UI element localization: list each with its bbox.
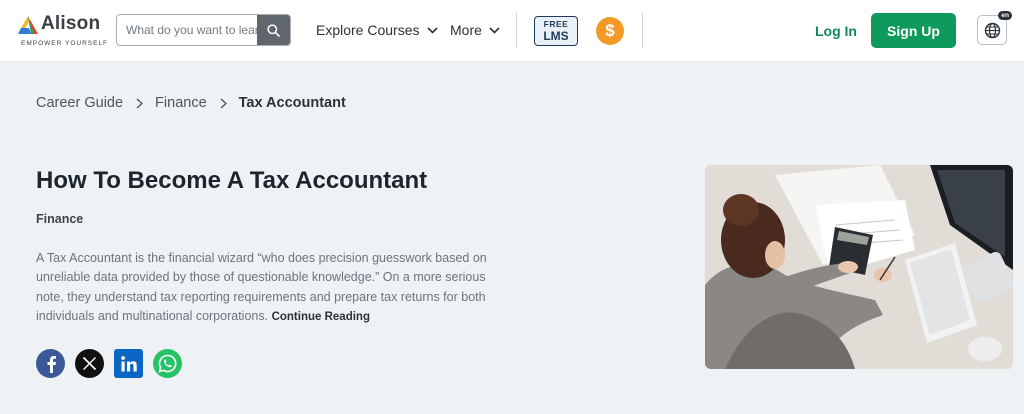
search-button[interactable] [257, 15, 290, 45]
continue-reading-link[interactable]: Continue Reading [272, 311, 370, 323]
woman-using-calculator-photo [705, 165, 1013, 369]
description-text: A Tax Accountant is the financial wizard… [36, 251, 487, 324]
search-icon [267, 23, 280, 37]
chevron-down-icon [489, 26, 500, 34]
free-lms-button[interactable]: FREE LMS [534, 16, 578, 46]
login-link[interactable]: Log In [815, 23, 857, 39]
hero-image [705, 165, 1013, 369]
header-divider [516, 12, 517, 48]
breadcrumb-career-guide[interactable]: Career Guide [36, 95, 123, 111]
category-label: Finance [36, 212, 84, 226]
logo-name: Alison [41, 13, 101, 34]
dollar-icon: $ [605, 21, 615, 40]
language-selector[interactable]: en [977, 11, 1012, 45]
header-divider [642, 12, 643, 48]
more-label: More [450, 22, 482, 38]
alison-logo-icon [18, 16, 38, 34]
premium-dollar-button[interactable]: $ [596, 17, 624, 45]
breadcrumb: Career Guide Finance Tax Accountant [36, 95, 346, 111]
whatsapp-share-button[interactable] [153, 349, 182, 378]
alison-logo[interactable]: Alison EMPOWER YOURSELF [18, 13, 107, 49]
chevron-down-icon [426, 26, 438, 34]
logo-tagline: EMPOWER YOURSELF [21, 40, 109, 47]
chevron-right-icon [136, 97, 144, 109]
search-input[interactable] [117, 15, 258, 45]
breadcrumb-current: Tax Accountant [238, 95, 346, 111]
site-header: Alison EMPOWER YOURSELF Explore Courses … [0, 0, 1024, 62]
linkedin-share-button[interactable] [114, 349, 143, 378]
linkedin-icon [120, 355, 137, 371]
explore-courses-menu[interactable]: Explore Courses [316, 22, 438, 38]
chevron-right-icon [220, 97, 227, 109]
page-title: How To Become A Tax Accountant [36, 167, 428, 194]
social-share-bar [36, 349, 182, 378]
whatsapp-icon [158, 354, 177, 373]
facebook-share-button[interactable] [36, 349, 65, 378]
search-box [116, 14, 291, 46]
career-description: A Tax Accountant is the financial wizard… [36, 249, 506, 328]
free-lms-line2: LMS [543, 28, 569, 43]
facebook-icon [47, 355, 56, 373]
globe-icon [984, 22, 1000, 38]
more-menu[interactable]: More [450, 22, 500, 38]
breadcrumb-finance[interactable]: Finance [155, 95, 207, 111]
x-share-button[interactable] [75, 349, 104, 378]
free-lms-line1: FREE [543, 19, 569, 30]
x-twitter-icon [82, 356, 97, 371]
signup-button[interactable]: Sign Up [871, 13, 956, 48]
explore-courses-label: Explore Courses [316, 22, 420, 38]
language-badge: en [998, 11, 1012, 20]
